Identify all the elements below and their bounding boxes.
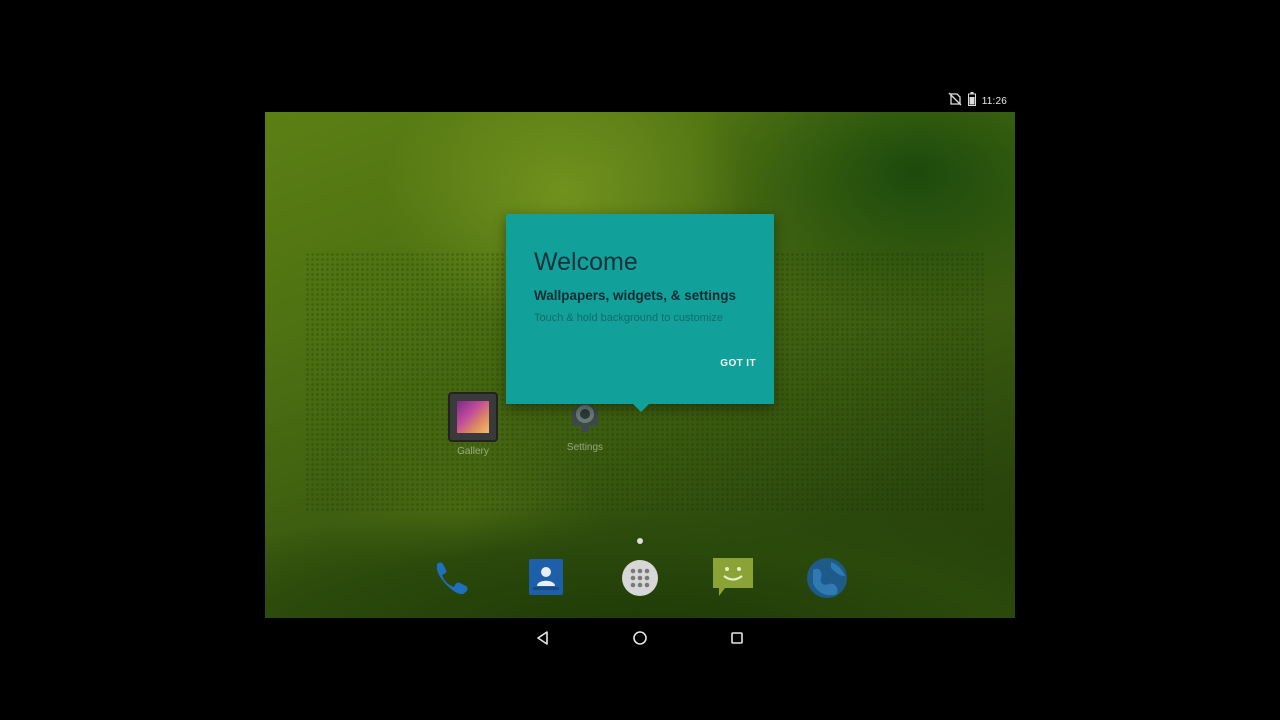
page-indicator — [637, 538, 643, 544]
status-bar: 11:26 — [265, 90, 1015, 112]
gallery-icon — [448, 392, 498, 442]
contacts-icon — [529, 559, 563, 595]
phone-icon — [436, 562, 468, 595]
status-icons: 11:26 — [948, 91, 1007, 111]
dock-phone[interactable] — [429, 556, 473, 600]
browser-icon — [807, 558, 847, 598]
app-label: Settings — [566, 442, 604, 453]
back-button[interactable] — [533, 628, 553, 648]
dock-browser[interactable] — [805, 556, 849, 600]
home-icon — [633, 631, 647, 645]
dock-messaging[interactable] — [711, 556, 755, 600]
messaging-icon — [713, 558, 753, 596]
app-gallery[interactable]: Gallery — [441, 392, 505, 457]
no-sim-icon — [948, 92, 962, 111]
back-icon — [537, 631, 548, 645]
welcome-heading: Wallpapers, widgets, & settings — [534, 288, 737, 303]
app-label: Gallery — [457, 446, 489, 457]
dock-app-drawer[interactable] — [618, 556, 662, 600]
dock-contacts[interactable] — [525, 556, 569, 600]
welcome-title: Welcome — [534, 248, 638, 276]
recents-button[interactable] — [727, 628, 747, 648]
welcome-tip: Welcome Wallpapers, widgets, & settings … — [506, 214, 774, 412]
navigation-bar — [265, 618, 1015, 658]
welcome-tip-pointer — [633, 404, 649, 412]
app-drawer-icon — [622, 560, 658, 596]
recents-icon — [731, 632, 743, 644]
welcome-body: Touch & hold background to customize — [534, 312, 723, 324]
home-button[interactable] — [630, 628, 650, 648]
clock: 11:26 — [981, 95, 1007, 107]
battery-icon — [967, 91, 976, 111]
got-it-button[interactable]: GOT IT — [720, 358, 756, 369]
